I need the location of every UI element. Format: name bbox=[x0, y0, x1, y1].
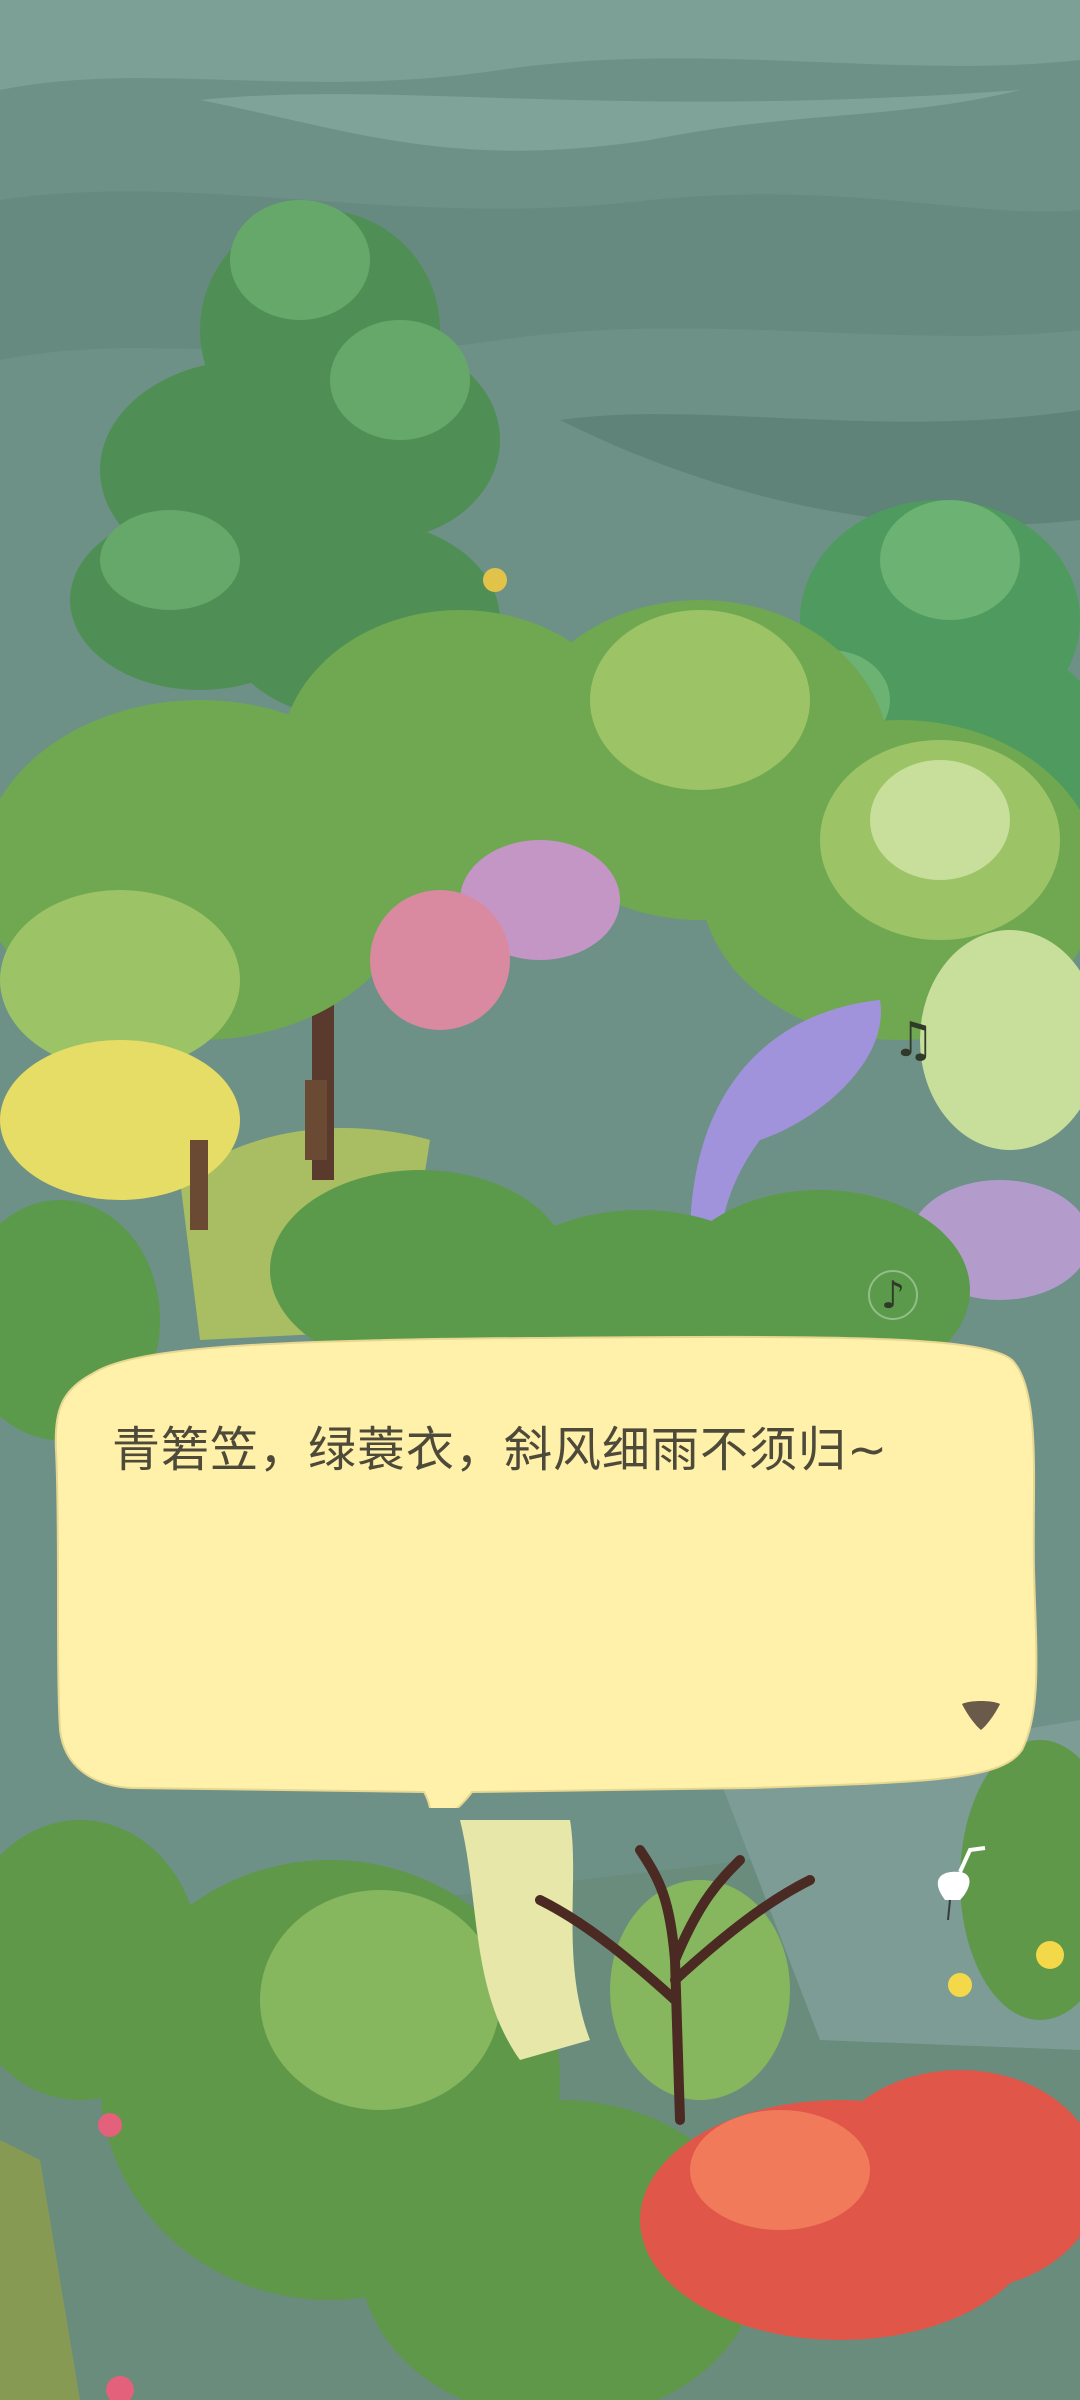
dialog-bubble[interactable] bbox=[52, 1330, 1050, 1808]
triangle-down-icon[interactable] bbox=[960, 1700, 1002, 1732]
game-scene[interactable]: ♫ ♪ 青箬笠，绿蓑衣，斜风细雨不须归~ bbox=[0, 0, 1080, 2400]
music-note-icon[interactable]: ♫ bbox=[892, 1012, 935, 1068]
sky-band bbox=[0, 191, 1080, 360]
forest-garden-scene bbox=[0, 0, 1080, 2400]
dialog-text: 青箬笠，绿蓑衣，斜风细雨不须归~ bbox=[112, 1422, 889, 1478]
music-note-icon[interactable]: ♪ bbox=[868, 1270, 918, 1320]
